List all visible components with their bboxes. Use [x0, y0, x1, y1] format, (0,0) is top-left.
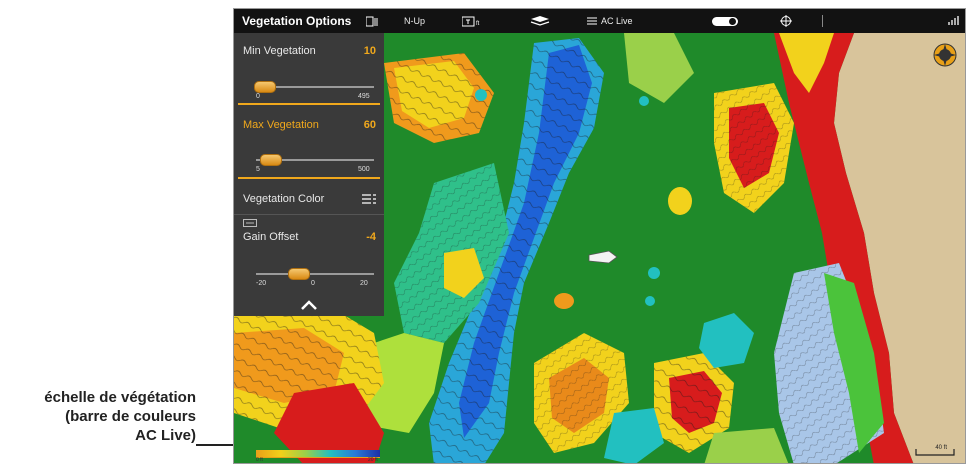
min-vegetation-row[interactable]: Min Vegetation 10 0 495: [234, 33, 384, 105]
ac-live-icon[interactable]: AC Live: [586, 9, 633, 33]
gain-offset-range-min: -20: [256, 280, 267, 287]
vegetation-color-row[interactable]: Vegetation Color: [234, 183, 384, 215]
svg-text:ft: ft: [476, 21, 480, 27]
submenu-list-icon[interactable]: [362, 193, 376, 205]
callout-line-2: (barre de couleurs: [65, 408, 196, 425]
menu-title: Vegetation Options: [242, 14, 352, 28]
vegetation-options-panel: Min Vegetation 10 0 495 Max Vegetation 6…: [234, 33, 384, 316]
max-vegetation-value: 60: [363, 119, 376, 131]
orientation-label[interactable]: N-Up: [404, 9, 425, 33]
top-status-bar: Vegetation Options N-Up ft AC Live: [234, 9, 965, 33]
selection-highlight-line-bottom: [238, 177, 380, 179]
min-vegetation-range-max: 495: [358, 93, 370, 100]
max-vegetation-range-max: 500: [358, 166, 370, 173]
gain-offset-range-max: 20: [360, 280, 368, 287]
gain-offset-label: Gain Offset: [243, 231, 299, 243]
min-vegetation-label: Min Vegetation: [243, 45, 316, 57]
gain-icon: [243, 219, 257, 227]
max-vegetation-row[interactable]: Max Vegetation 60 5 500: [234, 107, 384, 181]
max-vegetation-range-min: 5: [256, 166, 260, 173]
collapse-chevron-up-icon[interactable]: [300, 299, 318, 311]
menu-settings-icon[interactable]: [366, 9, 378, 33]
row-divider: [234, 214, 384, 215]
callout-line-3: AC Live): [135, 427, 196, 444]
gain-offset-row[interactable]: Gain Offset -4 -20 0 20: [234, 217, 384, 295]
fishfinder-screen: 0 ft 20 ft 40 ft Vegetation Options N-Up…: [233, 8, 966, 464]
gain-offset-slider-track[interactable]: [256, 273, 374, 275]
map-scale-bar: [915, 449, 955, 456]
color-bar-max-label: 20 ft: [368, 457, 378, 463]
selection-highlight-line: [238, 103, 380, 105]
max-vegetation-slider-knob[interactable]: [260, 154, 282, 166]
gps-icon[interactable]: [780, 9, 792, 33]
max-vegetation-label: Max Vegetation: [243, 119, 319, 131]
signal-icon[interactable]: [947, 9, 959, 33]
min-vegetation-value: 10: [363, 45, 376, 57]
battery-toggle[interactable]: [712, 9, 738, 33]
compass-icon[interactable]: [933, 43, 957, 67]
vegetation-color-label: Vegetation Color: [243, 193, 325, 205]
vegetation-scale-callout: échelle de végétation (barre de couleurs…: [44, 388, 196, 445]
gain-offset-value: -4: [366, 231, 376, 243]
callout-line-1: échelle de végétation: [44, 389, 196, 406]
color-bar-min-label: 0 ft: [256, 457, 263, 463]
min-vegetation-range-min: 0: [256, 93, 260, 100]
depth-icon[interactable]: ft: [462, 9, 484, 33]
min-vegetation-slider-knob[interactable]: [254, 81, 276, 93]
gain-offset-slider-knob[interactable]: [288, 268, 310, 280]
ac-live-color-bar: [256, 450, 380, 457]
status-divider: [822, 9, 824, 33]
ac-live-label: AC Live: [601, 16, 633, 26]
layers-icon[interactable]: [530, 9, 550, 33]
gain-offset-range-mid: 0: [311, 280, 315, 287]
